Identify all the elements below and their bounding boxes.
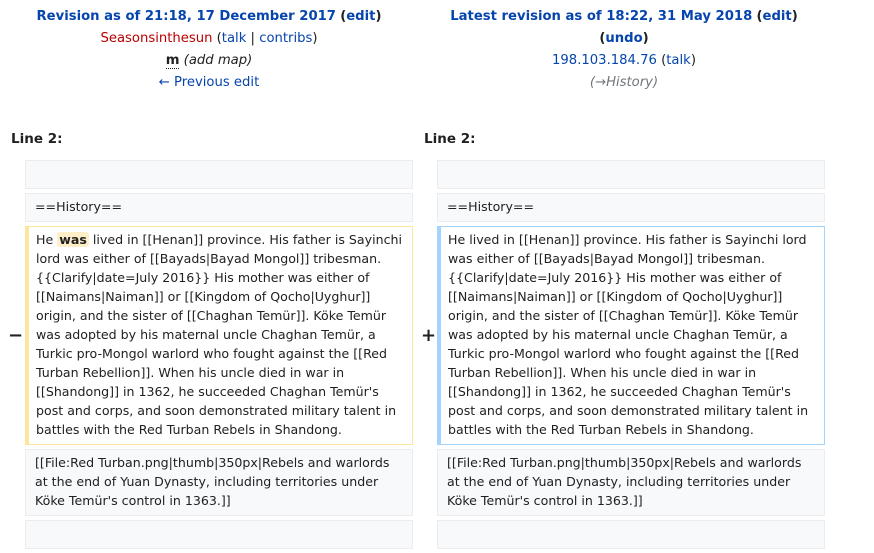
new-context-history: ==History== <box>437 193 825 222</box>
deleted-text-pre: He <box>36 232 58 247</box>
old-edit-link[interactable]: edit <box>346 9 375 24</box>
new-revision-header: Latest revision as of 18:22, 31 May 2018… <box>450 9 798 90</box>
deleted-word: was <box>57 232 89 247</box>
new-user-link[interactable]: 198.103.184.76 <box>552 53 657 68</box>
old-revision-header: Revision as of 21:18, 17 December 2017 (… <box>36 9 382 90</box>
new-edit-link[interactable]: edit <box>763 9 792 24</box>
new-context-empty <box>437 160 825 189</box>
old-revision-link[interactable]: Revision as of 21:18, 17 December 2017 <box>37 9 336 24</box>
old-line-number: Line 2: <box>11 131 63 147</box>
new-context-empty-bottom <box>437 520 825 549</box>
new-line-number: Line 2: <box>424 131 476 147</box>
new-revision-link[interactable]: Latest revision as of 18:22, 31 May 2018 <box>450 9 752 24</box>
old-context-file: [[File:Red Turban.png|thumb|350px|Rebels… <box>25 449 413 516</box>
undo-link[interactable]: undo <box>605 31 642 46</box>
old-talk-link[interactable]: talk <box>222 31 247 46</box>
deleted-line: He was lived in [[Henan]] province. His … <box>25 226 413 445</box>
old-context-empty-bottom <box>25 520 413 549</box>
new-context-file: [[File:Red Turban.png|thumb|350px|Rebels… <box>437 449 825 516</box>
old-context-history: ==History== <box>25 193 413 222</box>
new-talk-link[interactable]: talk <box>666 53 691 68</box>
added-line: He lived in [[Henan]] province. His fath… <box>437 226 825 445</box>
added-line-marker: + <box>421 325 437 346</box>
old-context-empty <box>25 160 413 189</box>
old-edit-summary: (add map) <box>183 53 253 68</box>
section-history-link[interactable]: →History <box>595 75 653 90</box>
deleted-text-post: lived in [[Henan]] province. His father … <box>36 232 402 437</box>
old-contribs-link[interactable]: contribs <box>259 31 312 46</box>
previous-edit-link[interactable]: ← Previous edit <box>159 75 259 90</box>
minor-edit-flag: m <box>165 53 180 69</box>
old-user-link[interactable]: Seasonsinthesun <box>100 31 212 46</box>
deleted-line-marker: − <box>8 325 24 346</box>
